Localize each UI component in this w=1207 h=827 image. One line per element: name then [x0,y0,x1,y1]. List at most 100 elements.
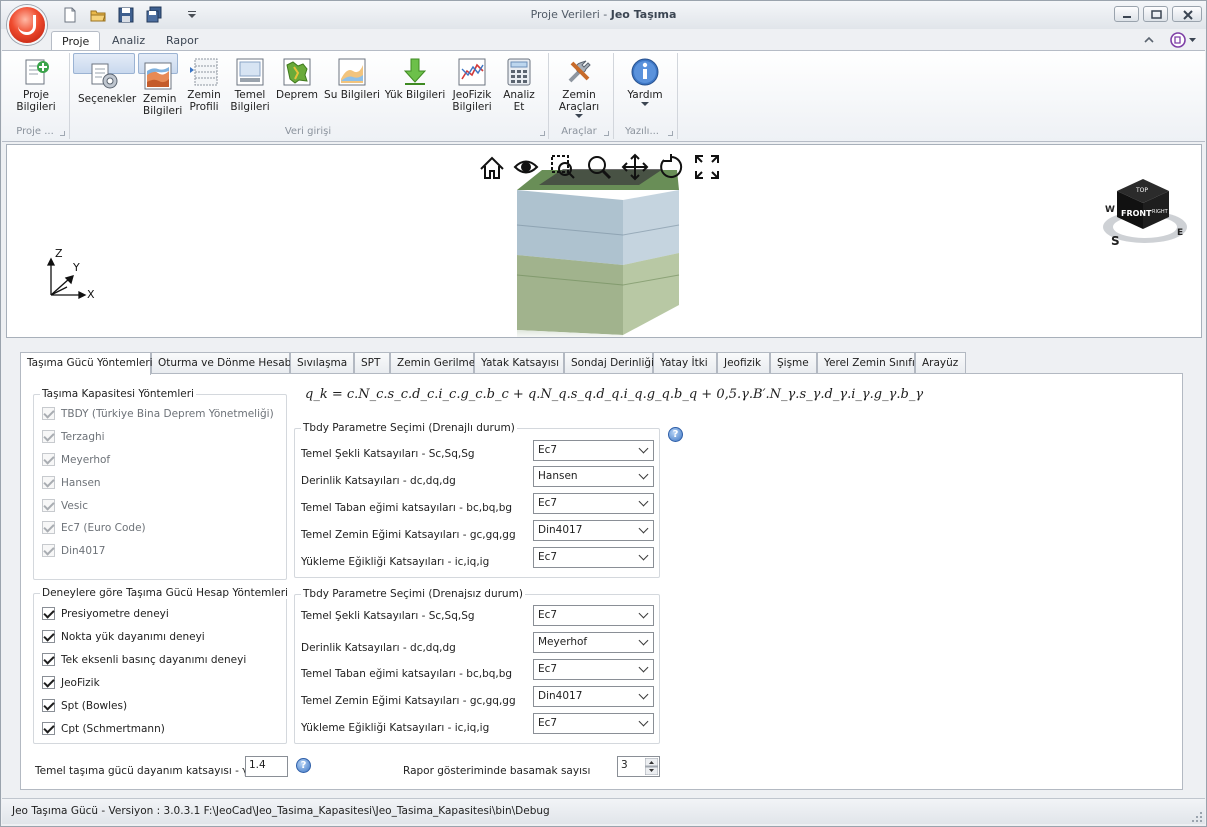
test-cpt-checkbox[interactable]: Cpt (Schmertmann) [42,721,165,737]
bearing-capacity-formula: q_k = c.N_c.s_c.d_c.i_c.g_c.b_c + q.N_q.… [305,387,924,402]
tab-zemin-gerilme[interactable]: Zemin Gerilme [390,352,475,374]
stepper-arrows-icon[interactable] [645,758,658,775]
project-info-button[interactable]: Proje Bilgileri [8,53,64,121]
options-gear-icon [89,61,119,91]
fit-extents-icon[interactable] [695,155,719,179]
ribbon-tab-rapor[interactable]: Rapor [156,31,208,51]
drained-help-icon[interactable]: ? [668,427,683,442]
foundation-info-button[interactable]: Temel Bilgileri [230,53,270,121]
soil-tools-dropdown-icon [575,114,583,118]
zoom-box-icon[interactable] [551,155,575,179]
resize-grip-icon[interactable] [1191,811,1203,823]
rotate-icon[interactable] [660,154,683,178]
digits-stepper[interactable]: 3 [617,756,660,777]
tab-arayuz[interactable]: Arayüz [915,352,966,374]
undrained-shape-select[interactable]: Ec7 [533,605,654,626]
load-info-button[interactable]: Yük Bilgileri [384,53,446,121]
tab-sivilasma[interactable]: Sıvılaşma [290,352,354,374]
ribbon-tab-proje[interactable]: Proje [51,31,101,51]
drained-load-incl-label: Yükleme Eğikliği Katsayıları - ic,iq,ig [301,556,490,568]
tab-sisme[interactable]: Şişme [770,352,817,374]
drained-shape-select[interactable]: Ec7 [533,440,654,461]
test-nokta-yuk-checkbox[interactable]: Nokta yük dayanımı deneyi [42,629,205,645]
checkbox-mark [42,453,55,466]
zoom-icon[interactable] [588,156,612,180]
drained-params-title: Tbdy Parametre Seçimi (Drenajlı durum) [301,422,517,434]
checkbox-mark [42,722,55,735]
tab-yatak-katsayisi[interactable]: Yatak Katsayısı [474,352,564,374]
water-info-button[interactable]: Su Bilgileri [324,53,380,121]
earthquake-button[interactable]: Deprem [274,53,320,121]
checkbox-mark [42,499,55,512]
maximize-button[interactable] [1143,6,1168,22]
group-launcher-veri-girisi[interactable] [540,131,545,136]
view-eye-icon[interactable] [513,160,539,174]
drained-base-tilt-select[interactable]: Ec7 [533,493,654,514]
group-launcher-yazilim[interactable] [668,131,673,136]
chevron-down-icon [638,496,649,507]
analyze-button[interactable]: Analiz Et [498,53,540,121]
chevron-down-icon [638,689,649,700]
soil-info-button[interactable]: Zemin Bilgileri [138,53,182,117]
close-button[interactable] [1172,6,1202,22]
new-file-icon[interactable] [61,6,79,24]
undrained-base-tilt-label: Temel Taban eğimi katsayıları - bc,bq,bg [301,668,513,680]
home-icon[interactable] [480,156,504,179]
pan-move-icon[interactable] [621,153,649,181]
foundation-icon [235,57,265,87]
test-tek-eksenli-checkbox[interactable]: Tek eksenli basınç dayanımı deneyi [42,652,246,668]
nav-cube-right[interactable]: RIGHT [1152,209,1169,215]
undrained-base-tilt-select[interactable]: Ec7 [533,659,654,680]
tab-tasima-gucu[interactable]: Taşıma Gücü Yöntemleri [20,352,153,375]
undrained-depth-select[interactable]: Meyerhof [533,632,654,653]
help-dropdown-icon [641,102,649,106]
application-menu-button[interactable] [7,5,47,45]
nav-cube-front[interactable]: FRONT [1121,209,1152,218]
tab-spt[interactable]: SPT [354,352,390,374]
group-launcher-araclar[interactable] [604,131,609,136]
compass-south: S [1111,234,1120,248]
chevron-down-icon [638,443,649,454]
soil-layers-icon [143,61,173,91]
tab-yerel-zemin-sinifi[interactable]: Yerel Zemin Sınıfı [817,352,915,374]
soil-tools-button[interactable]: Zemin Araçları [552,53,606,121]
nav-cube-top[interactable]: TOP [1135,187,1148,194]
calculator-icon [504,57,534,87]
tab-jeofizik[interactable]: Jeofizik [717,352,770,374]
options-button[interactable]: Seçenekler [73,53,136,105]
chevron-down-icon [638,550,649,561]
checkbox-mark [42,476,55,489]
undrained-ground-slope-select[interactable]: Din4017 [533,686,654,707]
ribbon-panel: Proje Bilgileri Proje ... Seçenekler Zemi… [2,50,1205,142]
test-presiyometre-checkbox[interactable]: Presiyometre deneyi [42,606,169,622]
ribbon-tab-analiz[interactable]: Analiz [102,31,155,51]
tab-sondaj-derinligi[interactable]: Sondaj Derinliği [564,352,654,374]
save-all-icon[interactable] [145,6,163,24]
style-switcher-icon[interactable] [1169,31,1199,49]
window-title: Proje Verileri - Jeo Taşıma [530,8,677,21]
soil-profile-button[interactable]: Zemin Profili [182,53,226,121]
save-icon[interactable] [117,6,135,24]
maximize-icon [1151,10,1162,19]
chevron-down-icon [638,662,649,673]
drained-load-incl-select[interactable]: Ec7 [533,547,654,568]
open-folder-icon[interactable] [89,6,107,24]
customize-toolbar-dropdown-icon[interactable] [183,6,201,24]
drained-shape-label: Temel Şekli Katsayıları - Sc,Sq,Sg [301,448,475,460]
tab-yatay-itki[interactable]: Yatay İtki [653,352,717,374]
resistance-coef-input[interactable]: 1.4 [245,756,288,777]
geophysics-info-button[interactable]: JeoFizik Bilgileri [450,53,494,121]
tab-oturma[interactable]: Oturma ve Dönme Hesabı [151,352,294,374]
drained-depth-select[interactable]: Hansen [533,466,654,487]
minimize-button[interactable] [1114,6,1139,22]
drained-ground-slope-select[interactable]: Din4017 [533,520,654,541]
test-spt-checkbox[interactable]: Spt (Bowles) [42,698,127,714]
undrained-params-title: Tbdy Parametre Seçimi (Drenajsız durum) [301,588,525,600]
help-button[interactable]: Yardım [619,53,671,121]
3d-viewport[interactable]: Z Y X FRONT TOP RIGHT W S E [6,144,1202,338]
test-jeofizik-checkbox[interactable]: JeoFizik [42,675,100,691]
undrained-load-incl-select[interactable]: Ec7 [533,713,654,734]
group-launcher-proje[interactable] [60,131,65,136]
collapse-ribbon-icon[interactable] [1142,33,1156,47]
coef-help-icon[interactable]: ? [296,758,311,773]
